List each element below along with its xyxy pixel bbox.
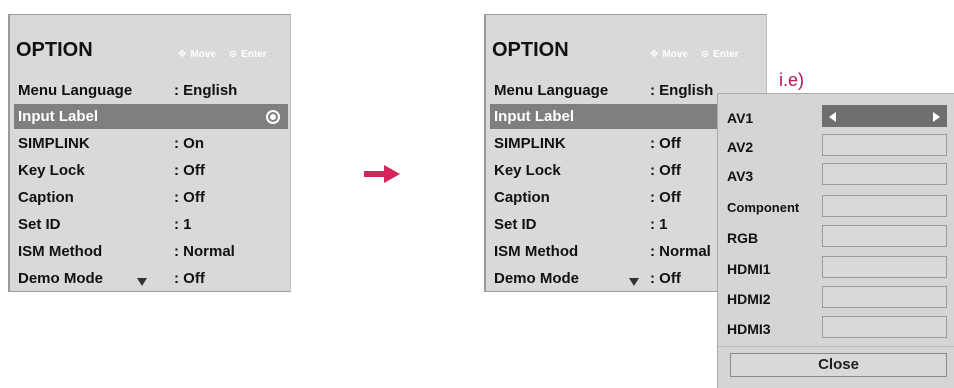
menu-item-label: Caption xyxy=(494,189,550,206)
label-field[interactable] xyxy=(822,134,947,156)
input-name: AV3 xyxy=(727,168,754,184)
label-selector[interactable] xyxy=(822,105,947,127)
label-field[interactable] xyxy=(822,163,947,185)
input-name: HDMI2 xyxy=(727,291,771,307)
menu-item-key-lock[interactable]: Key Lock : Off xyxy=(14,158,286,183)
menu-item-set-id[interactable]: Set ID : 1 xyxy=(490,212,718,237)
menu-item-demo-mode[interactable]: Demo Mode : Off xyxy=(14,266,286,291)
close-button[interactable]: Close xyxy=(730,353,947,377)
menu-item-value: : 1 xyxy=(174,216,192,233)
menu-item-value: : Off xyxy=(174,162,205,179)
menu-item-value: : Off xyxy=(650,270,681,287)
menu-item-value: : On xyxy=(174,135,204,152)
label-field[interactable] xyxy=(822,286,947,308)
menu-item-label: Set ID xyxy=(494,216,537,233)
input-label-popup: AV1 AV2 AV3 Component RGB HDMI1 HDMI2 HD… xyxy=(717,93,954,388)
arrow-left-icon[interactable] xyxy=(829,112,836,122)
input-name: AV1 xyxy=(727,110,754,126)
radio-selected-icon xyxy=(266,110,280,124)
menu-item-label: Caption xyxy=(18,189,74,206)
nav-hints: ✥ Move ⊙ Enter xyxy=(174,49,267,60)
transition-arrow-icon xyxy=(364,165,400,183)
label-field[interactable] xyxy=(822,256,947,278)
menu-item-demo-mode[interactable]: Demo Mode : Off xyxy=(490,266,718,291)
enter-icon: ⊙ xyxy=(700,49,710,60)
menu-item-key-lock[interactable]: Key Lock : Off xyxy=(490,158,718,183)
menu-item-label: Key Lock xyxy=(18,162,85,179)
arrow-right-icon[interactable] xyxy=(933,112,940,122)
menu-title: OPTION xyxy=(16,39,93,61)
menu-item-menu-language[interactable]: Menu Language : English xyxy=(14,78,286,103)
menu-item-value: : Off xyxy=(650,189,681,206)
scroll-down-icon[interactable] xyxy=(629,278,639,286)
input-row-av3[interactable]: AV3 xyxy=(718,163,954,188)
scroll-down-icon[interactable] xyxy=(137,278,147,286)
menu-item-label: Demo Mode xyxy=(494,270,580,287)
menu-item-value: : Normal xyxy=(650,243,711,260)
menu-item-label: ISM Method xyxy=(494,243,579,260)
menu-item-label: SIMPLINK xyxy=(18,135,90,152)
menu-item-value: : 1 xyxy=(650,216,668,233)
menu-item-label: Demo Mode xyxy=(18,270,104,287)
menu-item-menu-language[interactable]: Menu Language : English xyxy=(490,78,718,103)
move-icon: ✥ xyxy=(650,49,659,60)
menu-title: OPTION xyxy=(492,39,569,61)
menu-item-ism-method[interactable]: ISM Method : Normal xyxy=(490,239,718,264)
menu-item-ism-method[interactable]: ISM Method : Normal xyxy=(14,239,286,264)
menu-item-set-id[interactable]: Set ID : 1 xyxy=(14,212,286,237)
input-row-hdmi1[interactable]: HDMI1 xyxy=(718,256,954,281)
divider xyxy=(718,346,954,347)
input-row-rgb[interactable]: RGB xyxy=(718,225,954,250)
menu-item-caption[interactable]: Caption : Off xyxy=(14,185,286,210)
input-row-component[interactable]: Component xyxy=(718,195,954,220)
menu-item-label: SIMPLINK xyxy=(494,135,566,152)
menu-item-input-label[interactable]: Input Label xyxy=(14,104,288,129)
move-icon: ✥ xyxy=(178,49,187,60)
menu-item-value: : English xyxy=(174,82,238,99)
menu-item-value: : Off xyxy=(174,189,205,206)
nav-hints: ✥ Move ⊙ Enter xyxy=(646,49,739,60)
input-name: Component xyxy=(727,200,800,215)
menu-item-caption[interactable]: Caption : Off xyxy=(490,185,718,210)
menu-item-value: : Off xyxy=(650,135,681,152)
input-name: HDMI3 xyxy=(727,321,771,337)
label-field[interactable] xyxy=(822,195,947,217)
move-hint: Move xyxy=(662,49,688,60)
label-field[interactable] xyxy=(822,225,947,247)
example-annotation: i.e) xyxy=(779,70,805,90)
move-hint: Move xyxy=(190,49,216,60)
enter-icon: ⊙ xyxy=(228,49,238,60)
menu-item-label: ISM Method xyxy=(18,243,103,260)
menu-item-label: Menu Language xyxy=(494,82,609,99)
input-name: AV2 xyxy=(727,139,754,155)
menu-item-value: : Normal xyxy=(174,243,235,260)
input-name: RGB xyxy=(727,230,759,246)
option-menu-left: OPTION ✥ Move ⊙ Enter Menu Language : Engl… xyxy=(8,14,291,292)
input-row-hdmi2[interactable]: HDMI2 xyxy=(718,286,954,311)
menu-item-label: Set ID xyxy=(18,216,61,233)
menu-item-label: Input Label xyxy=(494,108,574,125)
label-field[interactable] xyxy=(822,316,947,338)
menu-item-value: : English xyxy=(650,82,714,99)
enter-hint: Enter xyxy=(713,49,739,60)
input-row-hdmi3[interactable]: HDMI3 xyxy=(718,316,954,341)
menu-item-value: : Off xyxy=(650,162,681,179)
menu-item-label: Key Lock xyxy=(494,162,561,179)
input-name: HDMI1 xyxy=(727,261,771,277)
menu-item-simplink[interactable]: SIMPLINK : Off xyxy=(490,131,718,156)
menu-item-simplink[interactable]: SIMPLINK : On xyxy=(14,131,286,156)
menu-item-label: Input Label xyxy=(18,108,98,125)
enter-hint: Enter xyxy=(241,49,267,60)
input-row-av2[interactable]: AV2 xyxy=(718,134,954,159)
menu-item-value: : Off xyxy=(174,270,205,287)
menu-item-label: Menu Language xyxy=(18,82,133,99)
menu-item-input-label[interactable]: Input Label xyxy=(490,104,718,129)
input-row-av1[interactable]: AV1 xyxy=(718,105,954,130)
